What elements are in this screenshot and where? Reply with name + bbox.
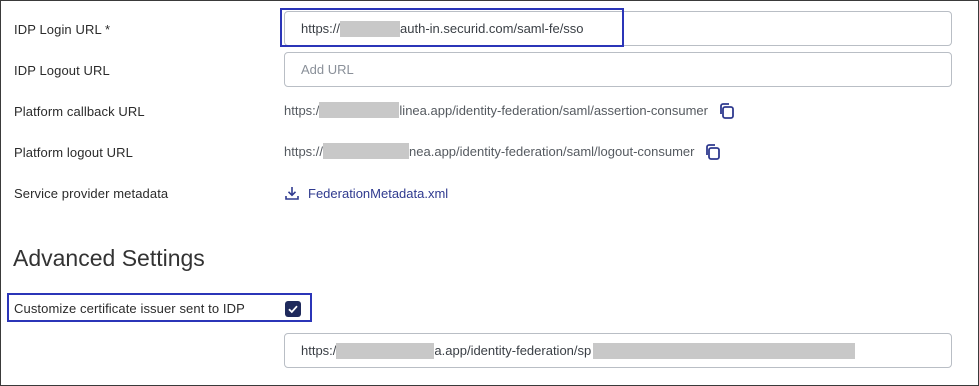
platform-callback-url-value: https:/ linea.app/identity-federation/sam… — [284, 102, 736, 120]
idp-logout-url-label: IDP Logout URL — [14, 63, 110, 78]
idp-logout-url-input[interactable]: Add URL — [284, 52, 952, 87]
redacted-block — [593, 342, 856, 359]
required-mark: * — [105, 22, 111, 37]
copy-icon[interactable] — [718, 102, 736, 120]
redacted-block — [319, 102, 400, 118]
issuer-url-input[interactable]: https:/ a.app/identity-federation/sp — [284, 333, 952, 368]
advanced-settings-title: Advanced Settings — [13, 245, 205, 271]
platform-logout-url-label: Platform logout URL — [14, 145, 133, 160]
customize-issuer-highlight-box — [7, 293, 312, 322]
issuer-url-middle: a.app/identity-federation/sp — [434, 343, 592, 358]
service-provider-metadata-label: Service provider metadata — [14, 186, 169, 201]
settings-panel: IDP Login URL * https://auth-in.securid.… — [0, 0, 979, 386]
redacted-block — [336, 342, 435, 359]
platform-logout-url-value: https:// nea.app/identity-federation/saml… — [284, 143, 722, 161]
platform-callback-url-label: Platform callback URL — [14, 104, 145, 119]
federation-metadata-download-link[interactable]: FederationMetadata.xml — [284, 185, 448, 201]
platform-logout-suffix: nea.app/identity-federation/saml/logout-… — [409, 144, 695, 159]
download-icon — [285, 187, 299, 200]
federation-metadata-link-text: FederationMetadata.xml — [308, 185, 449, 201]
platform-logout-prefix: https:// — [284, 144, 324, 159]
idp-logout-url-placeholder: Add URL — [301, 62, 354, 77]
copy-icon[interactable] — [704, 143, 722, 161]
redacted-block — [323, 143, 410, 159]
idp-login-url-label: IDP Login URL * — [14, 22, 111, 37]
issuer-url-prefix: https:/ — [301, 343, 337, 358]
platform-callback-suffix: linea.app/identity-federation/saml/asser… — [399, 103, 708, 118]
idp-login-highlight-box — [280, 8, 624, 47]
platform-callback-prefix: https:/ — [284, 103, 320, 118]
